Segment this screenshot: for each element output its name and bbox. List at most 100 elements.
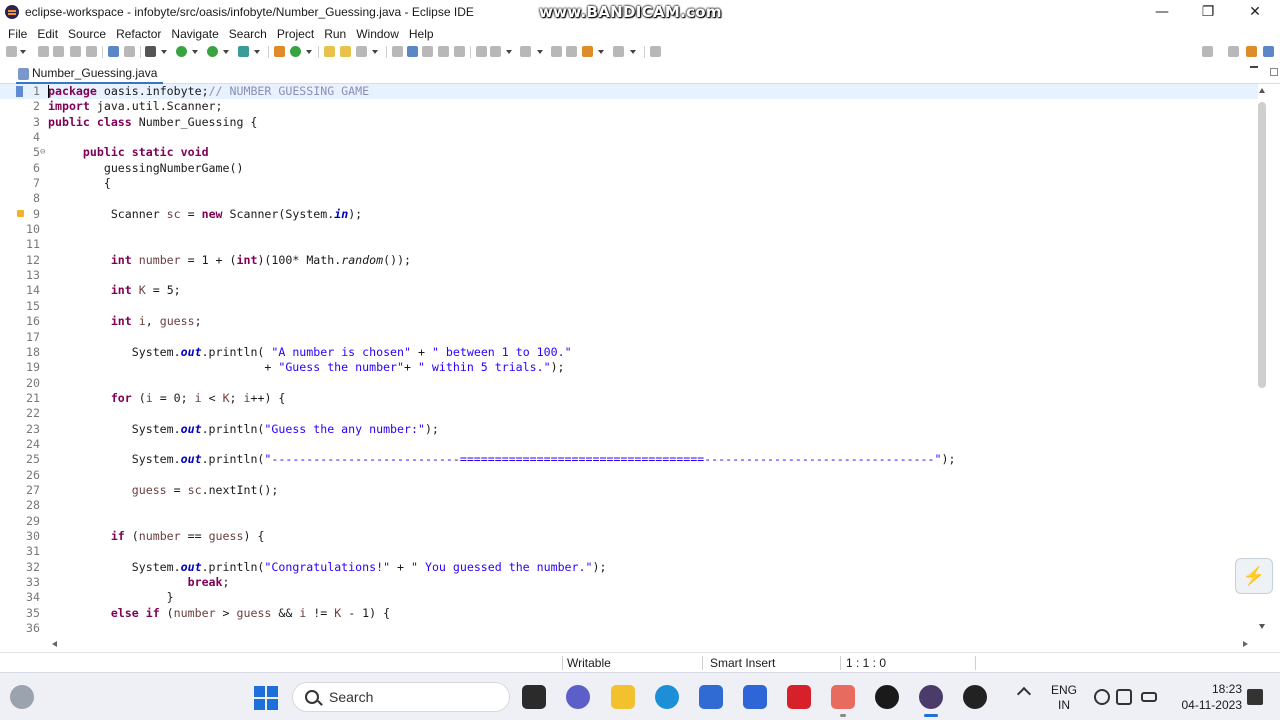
chat-icon[interactable] bbox=[566, 685, 590, 709]
code-line[interactable]: 1 package oasis.infobyte;// NUMBER GUESSI… bbox=[0, 84, 1258, 100]
code-line[interactable]: 34 } bbox=[0, 590, 1258, 605]
microsoft-store-icon[interactable] bbox=[699, 685, 723, 709]
menu-source[interactable]: Source bbox=[63, 25, 111, 43]
menu-search[interactable]: Search bbox=[224, 25, 272, 43]
floating-edit-icon[interactable]: ⚡ bbox=[1235, 558, 1273, 594]
scroll-down-icon[interactable] bbox=[1259, 624, 1265, 629]
code-line[interactable]: 25 System.out.println("-----------------… bbox=[0, 452, 1258, 467]
menu-edit[interactable]: Edit bbox=[32, 25, 63, 43]
debug-perspective-icon[interactable] bbox=[1263, 46, 1274, 57]
forward-dropdown-icon[interactable] bbox=[630, 50, 636, 54]
taskbar-search[interactable]: Search bbox=[292, 682, 510, 712]
menu-refactor[interactable]: Refactor bbox=[111, 25, 166, 43]
close-button[interactable]: ✕ bbox=[1232, 0, 1278, 24]
code-line[interactable]: 10 bbox=[0, 222, 1258, 237]
code-line[interactable]: 8 bbox=[0, 191, 1258, 206]
terminal-icon[interactable] bbox=[108, 46, 119, 57]
external-tools-icon[interactable] bbox=[238, 46, 249, 57]
coverage-icon[interactable] bbox=[207, 46, 218, 57]
scroll-left-icon[interactable] bbox=[52, 641, 57, 647]
warning-icon[interactable] bbox=[17, 210, 24, 217]
menu-window[interactable]: Window bbox=[351, 25, 404, 43]
code-editor[interactable]: 1 package oasis.infobyte;// NUMBER GUESSI… bbox=[0, 84, 1258, 636]
tab-number-guessing-java[interactable]: Number_Guessing.java bbox=[16, 64, 164, 84]
eclipse-taskbar-icon[interactable] bbox=[919, 685, 943, 717]
menu-navigate[interactable]: Navigate bbox=[166, 25, 223, 43]
network-icon[interactable] bbox=[1094, 689, 1110, 705]
back-dropdown-icon[interactable] bbox=[598, 50, 604, 54]
file-explorer-icon[interactable] bbox=[611, 685, 635, 709]
clock-time[interactable]: 18:23 bbox=[1198, 682, 1242, 696]
code-line[interactable]: 7 { bbox=[0, 176, 1258, 191]
code-line[interactable]: 32 System.out.println("Congratulations!"… bbox=[0, 560, 1258, 575]
code-line[interactable]: 19 + "Guess the number"+ " within 5 tria… bbox=[0, 360, 1258, 375]
edge-icon[interactable] bbox=[655, 685, 679, 709]
app-icon[interactable] bbox=[743, 685, 767, 709]
code-line[interactable]: 31 bbox=[0, 544, 1258, 559]
code-line[interactable]: 15 bbox=[0, 299, 1258, 314]
code-line[interactable]: 28 bbox=[0, 498, 1258, 513]
code-line[interactable]: 36 bbox=[0, 621, 1258, 636]
show-hidden-icons-icon[interactable] bbox=[1016, 686, 1032, 702]
code-line[interactable]: 9 Scanner sc = new Scanner(System.in); bbox=[0, 207, 1258, 222]
show-whitespace-icon[interactable] bbox=[438, 46, 449, 57]
previous-annotation-icon[interactable] bbox=[520, 46, 531, 57]
code-line[interactable]: 14 int K = 5; bbox=[0, 283, 1258, 298]
save-icon[interactable] bbox=[38, 46, 49, 57]
vertical-scrollbar[interactable] bbox=[1258, 84, 1268, 636]
code-line[interactable]: 13 bbox=[0, 268, 1258, 283]
undo-icon[interactable] bbox=[70, 46, 81, 57]
last-edit-icon[interactable] bbox=[551, 46, 562, 57]
code-line[interactable]: 33 break; bbox=[0, 575, 1258, 590]
block-selection-icon[interactable] bbox=[422, 46, 433, 57]
weather-icon[interactable] bbox=[10, 685, 34, 709]
task-view-icon[interactable] bbox=[522, 685, 546, 709]
minimize-editor-icon[interactable] bbox=[1250, 66, 1258, 68]
debug-icon[interactable] bbox=[145, 46, 156, 57]
code-line[interactable]: 12 int number = 1 + (int)(100* Math.rand… bbox=[0, 253, 1258, 268]
horizontal-scrollbar[interactable] bbox=[48, 638, 1254, 650]
new-java-project-icon[interactable] bbox=[274, 46, 285, 57]
app-red-icon[interactable] bbox=[831, 685, 855, 717]
show-source-icon[interactable] bbox=[454, 46, 465, 57]
code-line[interactable]: 5 ⊖ public static void bbox=[0, 145, 1258, 160]
code-line[interactable]: 29 bbox=[0, 514, 1258, 529]
menu-help[interactable]: Help bbox=[404, 25, 439, 43]
code-line[interactable]: 24 bbox=[0, 437, 1258, 452]
code-line[interactable]: 30 if (number == guess) { bbox=[0, 529, 1258, 544]
code-line[interactable]: 23 System.out.println("Guess the any num… bbox=[0, 422, 1258, 437]
code-line[interactable]: 2 import java.util.Scanner; bbox=[0, 99, 1258, 114]
new-class-dropdown-icon[interactable] bbox=[306, 50, 312, 54]
toggle-mark-occurrences-icon[interactable] bbox=[392, 46, 403, 57]
next-annotation-icon[interactable] bbox=[476, 46, 487, 57]
vertical-scroll-thumb[interactable] bbox=[1258, 102, 1266, 388]
code-line[interactable]: 4 bbox=[0, 130, 1258, 145]
code-line[interactable]: 17 bbox=[0, 330, 1258, 345]
code-line[interactable]: 11 bbox=[0, 237, 1258, 252]
maximize-button[interactable]: ❐ bbox=[1185, 0, 1231, 24]
open-task-icon[interactable] bbox=[340, 46, 351, 57]
volume-icon[interactable] bbox=[1116, 689, 1132, 705]
notification-icon[interactable] bbox=[1247, 689, 1263, 705]
annotation-nav-icon[interactable] bbox=[490, 46, 501, 57]
fold-icon[interactable]: ⊖ bbox=[40, 145, 45, 160]
debug-dropdown-icon[interactable] bbox=[161, 50, 167, 54]
clock-date[interactable]: 04-11-2023 bbox=[1168, 698, 1243, 712]
bandicam-icon[interactable] bbox=[875, 685, 899, 709]
restore-view-icon[interactable] bbox=[1270, 68, 1278, 76]
quick-access-search-icon[interactable] bbox=[1202, 46, 1213, 57]
skip-breakpoints-icon[interactable] bbox=[124, 46, 135, 57]
language-line-1[interactable]: ENG bbox=[1048, 683, 1080, 697]
toggle-highlight-icon[interactable] bbox=[407, 46, 418, 57]
new-icon[interactable] bbox=[6, 46, 17, 57]
open-perspective-icon[interactable] bbox=[1228, 46, 1239, 57]
coverage-dropdown-icon[interactable] bbox=[223, 50, 229, 54]
external-tools-dropdown-icon[interactable] bbox=[254, 50, 260, 54]
menu-run[interactable]: Run bbox=[319, 25, 351, 43]
run-dropdown-icon[interactable] bbox=[192, 50, 198, 54]
new-dropdown-icon[interactable] bbox=[20, 50, 26, 54]
java-perspective-icon[interactable] bbox=[1246, 46, 1257, 57]
new-class-icon[interactable] bbox=[290, 46, 301, 57]
code-line[interactable]: 26 bbox=[0, 468, 1258, 483]
code-line[interactable]: 6 guessingNumberGame() bbox=[0, 161, 1258, 176]
